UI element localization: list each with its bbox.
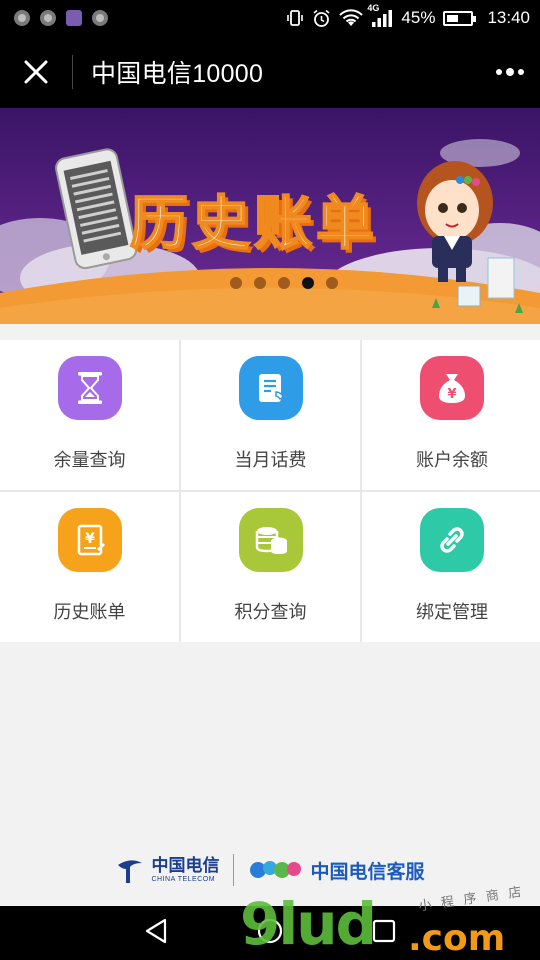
banner-title: 历史账单	[129, 188, 379, 258]
menu-item-label: 余量查询	[53, 450, 126, 470]
menu-item-monthly-bill[interactable]: 当月话费	[181, 340, 360, 490]
page-title: 中国电信10000	[91, 60, 264, 88]
back-triangle-icon	[146, 918, 167, 943]
banner-carousel[interactable]: 历史账单	[0, 108, 540, 324]
battery-icon	[443, 10, 477, 26]
link-icon	[420, 508, 484, 572]
menu-item-account-balance[interactable]: ¥ 账户余额	[362, 340, 540, 490]
menu-item-balance-query[interactable]: 余量查询	[0, 340, 179, 490]
close-button[interactable]	[0, 36, 72, 108]
coins-icon	[238, 508, 303, 572]
footer-brand: 中国电信 CHINA TELECOM 中国电信客服	[0, 850, 540, 890]
clock: 13:40	[487, 8, 530, 27]
carousel-dot[interactable]	[326, 277, 338, 289]
svg-text:¥: ¥	[85, 531, 95, 547]
menu-item-binding-management[interactable]: 绑定管理	[362, 492, 540, 642]
carousel-dot[interactable]	[230, 277, 242, 289]
svg-text:¥: ¥	[447, 387, 456, 402]
service-menu-grid: 余量查询 当月话费 ¥ 账户余额 ¥ 历史账单 积分查询 绑定管理	[0, 340, 540, 642]
menu-item-label: 历史账单	[53, 602, 126, 622]
menu-item-label: 绑定管理	[416, 602, 488, 622]
watermark-domain: .com	[408, 918, 506, 959]
china-telecom-logo: 中国电信 CHINA TELECOM	[115, 855, 219, 885]
more-options-button[interactable]	[480, 36, 540, 108]
customer-service-name: 中国电信客服	[310, 861, 425, 883]
more-dot	[518, 69, 524, 75]
back-nav-button[interactable]	[143, 917, 169, 950]
close-icon	[24, 60, 48, 84]
carousel-dot[interactable]	[278, 277, 290, 289]
wechat-notification-icon	[92, 10, 108, 26]
notification-icons	[14, 10, 108, 26]
gallery-notification-icon	[66, 10, 82, 26]
yuan-document-icon: ¥	[57, 508, 122, 572]
watermark-logo: 9lud	[240, 890, 377, 958]
menu-item-label: 账户余额	[416, 450, 488, 470]
carousel-dot-active[interactable]	[302, 277, 314, 289]
china-telecom-name: 中国电信	[151, 856, 220, 875]
menu-item-bill-history[interactable]: ¥ 历史账单	[0, 492, 179, 642]
vibrate-icon	[287, 10, 304, 26]
money-bag-icon: ¥	[420, 356, 484, 420]
menu-item-label: 当月话费	[234, 450, 307, 470]
more-dot	[496, 69, 502, 75]
alarm-icon	[313, 9, 330, 27]
carousel-dot[interactable]	[254, 277, 266, 289]
battery-percent: 45%	[401, 8, 436, 27]
notification-app-icon	[14, 10, 30, 26]
china-telecom-swirl-icon	[118, 860, 143, 883]
hourglass-icon	[57, 356, 122, 420]
wifi-icon	[339, 9, 364, 26]
network-type: 4G	[367, 3, 380, 13]
customer-service-badge-icon	[250, 861, 302, 878]
notification-app-icon	[40, 10, 56, 26]
header-divider	[72, 55, 73, 89]
app-header: 中国电信10000	[0, 36, 540, 108]
menu-item-points-query[interactable]: 积分查询	[181, 492, 360, 642]
brand-divider	[233, 854, 235, 886]
bill-phone-icon	[238, 356, 303, 420]
more-dot	[506, 68, 514, 76]
carousel-indicator	[0, 277, 540, 289]
status-bar: 4G 45% 13:40	[0, 0, 540, 36]
china-telecom-english: CHINA TELECOM	[151, 876, 216, 883]
customer-service-logo: 中国电信客服	[248, 856, 425, 884]
menu-item-label: 积分查询	[234, 602, 307, 622]
